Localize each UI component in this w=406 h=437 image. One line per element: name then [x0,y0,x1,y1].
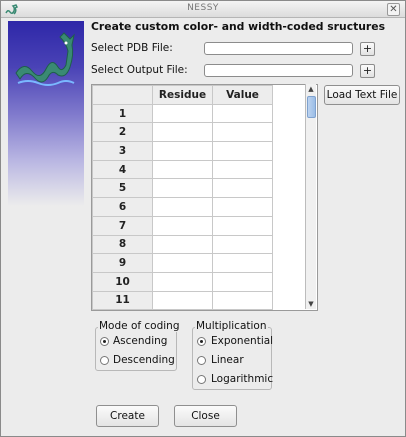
table-row: 11 [92,290,303,310]
ascending-radio[interactable] [100,337,109,346]
load-text-file-button[interactable]: Load Text File [324,85,400,105]
residue-cell[interactable] [152,290,213,310]
value-cell[interactable] [212,159,273,180]
row-filler [273,142,303,161]
pdb-file-field[interactable] [204,42,353,55]
value-cell[interactable] [212,215,273,236]
residue-cell[interactable] [152,271,213,292]
value-cell[interactable] [212,290,273,310]
scrollbar-thumb[interactable] [307,96,316,118]
row-filler [273,254,303,273]
table-row: 10 [92,271,303,292]
nessy-window: NESSY ✕ Create custom color- and width-c… [0,0,406,437]
value-cell[interactable] [212,141,273,161]
row-filler [273,272,303,291]
table-row: 7 [92,215,303,236]
output-file-field[interactable] [204,64,353,77]
arrow-up-icon[interactable]: ▲ [306,84,316,94]
row-number-header [92,85,153,105]
sea-serpent-illustration [15,32,75,86]
residue-cell[interactable] [152,197,213,217]
table-vertical-scrollbar[interactable]: ▲ ▼ [305,84,316,309]
value-cell[interactable] [212,178,273,199]
row-number-cell: 8 [92,234,153,255]
row-number-cell: 4 [92,159,153,180]
ascending-label[interactable]: Ascending [113,335,167,347]
row-number-cell: 7 [92,215,153,236]
header-filler [272,85,303,105]
value-cell[interactable] [212,234,273,255]
nessy-banner-image [8,21,84,206]
value-cell[interactable] [212,253,273,273]
value-cell[interactable] [212,271,273,292]
window-title: NESSY [187,3,219,13]
table-row: 2 [92,122,303,143]
logarithmic-label[interactable]: Logarithmic [211,373,273,385]
row-filler [273,291,303,310]
create-button[interactable]: Create [96,405,159,427]
row-filler [273,216,303,235]
residue-cell[interactable] [152,103,213,124]
row-number-cell: 10 [92,271,153,292]
row-filler [273,235,303,254]
residue-cell[interactable] [152,141,213,161]
residue-cell[interactable] [152,159,213,180]
descending-radio[interactable] [100,356,109,365]
close-button[interactable]: Close [174,405,237,427]
residue-cell[interactable] [152,122,213,143]
row-number-cell: 1 [92,103,153,124]
output-file-browse-button[interactable]: + [360,64,375,78]
descending-label[interactable]: Descending [113,354,175,366]
row-filler [273,123,303,142]
residue-cell[interactable] [152,234,213,255]
row-number-cell: 5 [92,178,153,199]
row-filler [273,104,303,123]
table-header-row: Residue Value [92,85,303,105]
residue-cell[interactable] [152,253,213,273]
value-cell[interactable] [212,197,273,217]
pdb-file-label: Select PDB File: [91,42,173,54]
residue-cell[interactable] [152,178,213,199]
table-row: 3 [92,141,303,161]
row-number-cell: 11 [92,290,153,310]
row-filler [273,179,303,198]
logarithmic-radio[interactable] [197,375,206,384]
exponential-label[interactable]: Exponential [211,335,273,347]
window-close-button[interactable]: ✕ [387,3,400,16]
table-row: 8 [92,234,303,255]
linear-label[interactable]: Linear [211,354,244,366]
table-row: 6 [92,197,303,217]
arrow-down-icon[interactable]: ▼ [306,299,316,309]
row-number-cell: 9 [92,253,153,273]
row-number-cell: 3 [92,141,153,161]
pdb-file-browse-button[interactable]: + [360,42,375,56]
title-bar[interactable]: NESSY ✕ [1,1,405,18]
exponential-radio[interactable] [197,337,206,346]
table-row: 9 [92,253,303,273]
residue-column-header[interactable]: Residue [152,85,213,105]
multiplication-title: Multiplication [195,320,268,332]
value-cell[interactable] [212,103,273,124]
residue-value-table: Residue Value 1 2 3 4 5 6 7 8 9 10 11 [91,84,318,311]
value-cell[interactable] [212,122,273,143]
row-number-cell: 2 [92,122,153,143]
row-filler [273,198,303,217]
page-heading: Create custom color- and width-coded sru… [91,20,386,33]
mode-of-coding-title: Mode of coding [98,320,181,332]
row-filler [273,160,303,179]
residue-cell[interactable] [152,215,213,236]
linear-radio[interactable] [197,356,206,365]
table-row: 5 [92,178,303,199]
value-column-header[interactable]: Value [212,85,273,105]
output-file-label: Select Output File: [91,64,188,76]
row-number-cell: 6 [92,197,153,217]
data-table: Residue Value 1 2 3 4 5 6 7 8 9 10 11 [92,85,303,310]
table-row: 1 [92,103,303,124]
table-row: 4 [92,159,303,180]
